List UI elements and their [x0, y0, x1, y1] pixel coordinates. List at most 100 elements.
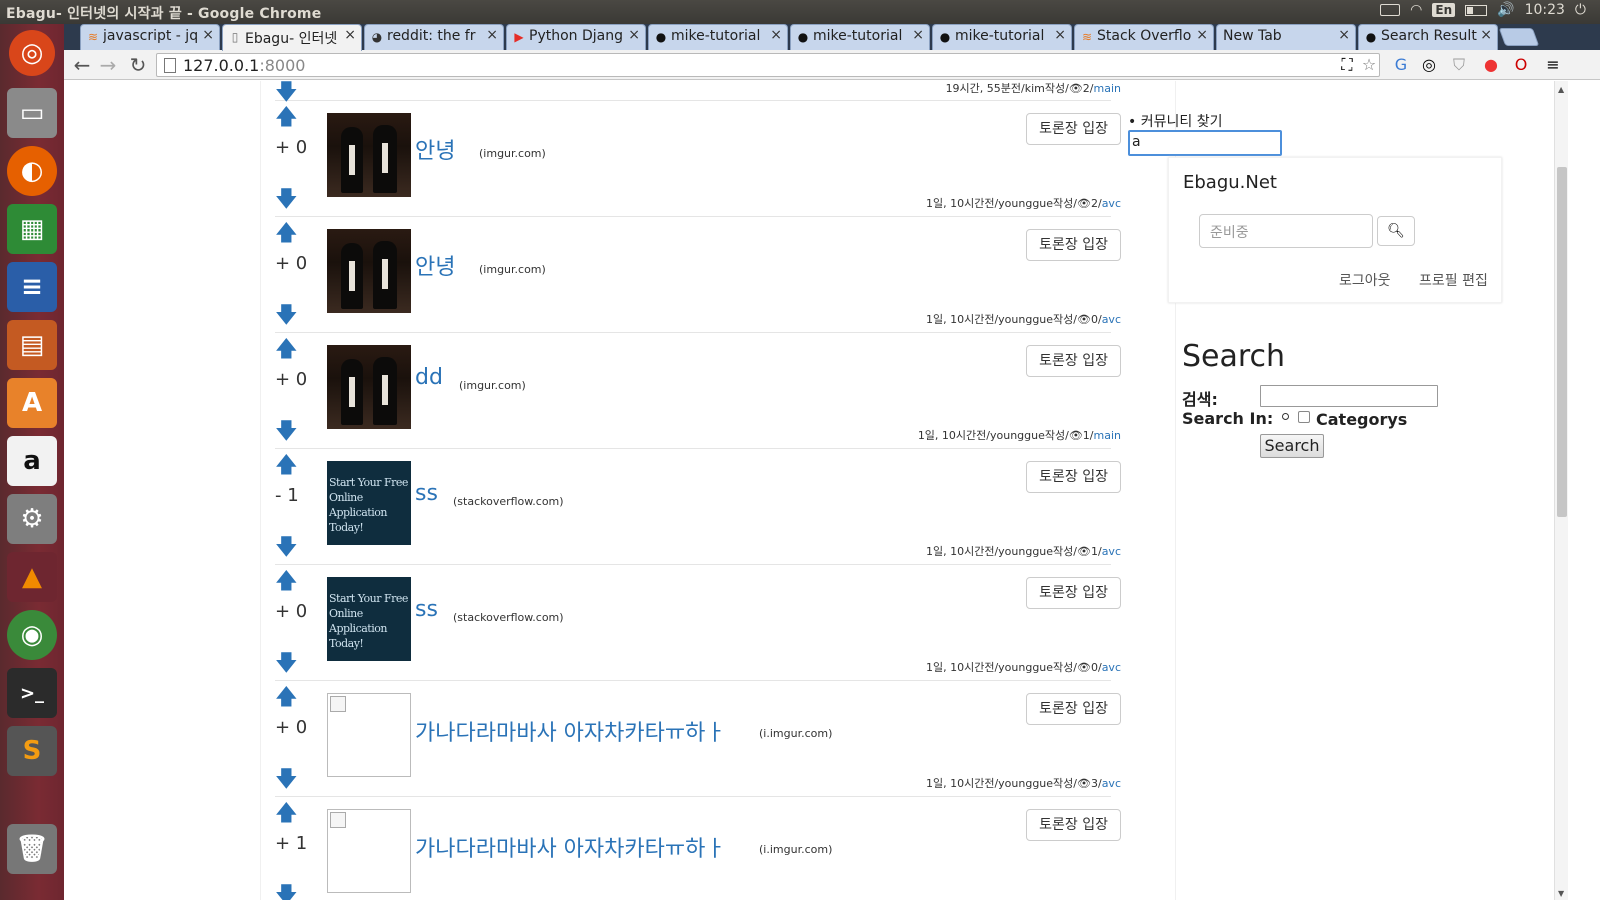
downvote-icon[interactable]: 🡇 — [275, 189, 298, 211]
browser-tab[interactable]: ● Search Result × — [1358, 24, 1498, 50]
post-thumbnail[interactable] — [327, 345, 411, 429]
scroll-up-icon[interactable]: ▲ — [1558, 85, 1564, 94]
power-icon[interactable]: ⏻ — [1575, 2, 1586, 18]
spreadsheet-icon[interactable]: ▦ — [7, 204, 57, 254]
back-icon[interactable]: ← — [70, 53, 94, 77]
forward-icon[interactable]: → — [96, 53, 120, 77]
browser-tab[interactable]: New Tab × — [1216, 24, 1356, 50]
writer-icon[interactable]: ≡ — [7, 262, 57, 312]
close-tab-icon[interactable]: × — [770, 27, 782, 43]
post-thumbnail[interactable] — [327, 693, 411, 777]
battery-icon[interactable] — [1465, 4, 1488, 16]
category-checkbox[interactable] — [1298, 411, 1310, 423]
community-search-input[interactable]: a — [1128, 130, 1282, 156]
volume-icon[interactable]: 🔊 — [1497, 2, 1514, 18]
search-submit-button[interactable]: Search — [1260, 434, 1324, 458]
downvote-icon[interactable]: 🡇 — [275, 885, 298, 900]
scrollbar-thumb[interactable] — [1557, 167, 1567, 517]
subforum-link[interactable]: main — [1094, 429, 1121, 442]
post-thumbnail[interactable] — [327, 113, 411, 197]
reload-icon[interactable]: ↻ — [126, 53, 150, 77]
shield-extension-icon[interactable]: ⛉ — [1448, 54, 1470, 76]
enter-discussion-button[interactable]: 토론장 입장 — [1026, 809, 1121, 841]
browser-tab[interactable]: ▶ Python Djang × — [506, 24, 646, 50]
downvote-icon[interactable]: 🡇 — [275, 421, 298, 443]
terminal-icon[interactable]: >_ — [7, 668, 57, 718]
browser-tab[interactable]: ● mike-tutorial × — [790, 24, 930, 50]
brand-name[interactable]: Ebagu.Net — [1183, 172, 1277, 193]
browser-tab[interactable]: ≋ javascript - jq × — [80, 24, 220, 50]
amazon-icon[interactable]: a — [7, 436, 57, 486]
downvote-icon[interactable]: 🡇 — [275, 305, 298, 327]
chrome-icon[interactable]: ◉ — [7, 610, 57, 660]
post-title-link[interactable]: ss — [415, 481, 438, 506]
wifi-icon[interactable]: ◠ — [1410, 2, 1422, 18]
subforum-link[interactable]: avc — [1102, 661, 1121, 674]
opera-extension-icon[interactable]: O — [1510, 54, 1532, 76]
post-title-link[interactable]: 가나다라마바사 아자차카타ㅠ하ㅏ — [415, 831, 726, 863]
post-thumbnail[interactable] — [327, 229, 411, 313]
upvote-icon[interactable]: 🡅 — [275, 455, 298, 477]
post-title-link[interactable]: 안녕 — [415, 249, 455, 281]
enter-discussion-button[interactable]: 토론장 입장 — [1026, 461, 1121, 493]
subforum-link[interactable]: avc — [1102, 545, 1121, 558]
close-tab-icon[interactable]: × — [202, 27, 214, 43]
enter-discussion-button[interactable]: 토론장 입장 — [1026, 577, 1121, 609]
upvote-icon[interactable]: 🡅 — [275, 687, 298, 709]
vlc-icon[interactable]: ▲ — [7, 552, 57, 602]
firefox-icon[interactable]: ◐ — [7, 146, 57, 196]
close-tab-icon[interactable]: × — [1338, 27, 1350, 43]
upvote-icon[interactable]: 🡅 — [275, 803, 298, 825]
upvote-icon[interactable]: 🡅 — [275, 107, 298, 129]
downvote-icon[interactable]: 🡇 — [275, 537, 298, 559]
bookmark-star-icon[interactable]: ☆ — [1358, 54, 1380, 76]
enter-discussion-button[interactable]: 토론장 입장 — [1026, 693, 1121, 725]
film-extension-icon[interactable]: ◎ — [1418, 54, 1440, 76]
clock[interactable]: 10:23 — [1525, 2, 1565, 18]
close-tab-icon[interactable]: × — [912, 27, 924, 43]
upvote-icon[interactable]: 🡅 — [275, 223, 298, 245]
browser-tab[interactable]: ● mike-tutorial × — [932, 24, 1072, 50]
trash-icon[interactable]: 🗑 — [7, 824, 57, 874]
close-tab-icon[interactable]: × — [1480, 27, 1492, 43]
subforum-link[interactable]: avc — [1102, 313, 1121, 326]
site-search-input[interactable]: 준비중 — [1199, 214, 1373, 248]
upvote-icon[interactable]: 🡅 — [275, 571, 298, 593]
software-center-icon[interactable]: A — [7, 378, 57, 428]
sublime-text-icon[interactable]: S — [7, 726, 57, 776]
search-query-input[interactable] — [1260, 385, 1438, 407]
search-icon[interactable]: 🔍︎ — [1377, 216, 1415, 246]
page-scrollbar[interactable]: ▲ ▼ — [1554, 81, 1568, 900]
browser-tab[interactable]: ◕ reddit: the fr × — [364, 24, 504, 50]
scroll-down-icon[interactable]: ▼ — [1558, 889, 1564, 898]
subforum-link[interactable]: main — [1094, 82, 1121, 95]
enter-discussion-button[interactable]: 토론장 입장 — [1026, 113, 1121, 145]
edit-profile-link[interactable]: 프로필 편집 — [1419, 270, 1488, 290]
subforum-link[interactable]: avc — [1102, 197, 1121, 210]
downvote-icon[interactable]: 🡇 — [275, 653, 298, 675]
close-tab-icon[interactable]: × — [628, 27, 640, 43]
address-bar[interactable]: 127.0.0.1:8000 — [156, 53, 1380, 77]
close-tab-icon[interactable]: × — [1054, 27, 1066, 43]
logout-link[interactable]: 로그아웃 — [1339, 270, 1391, 290]
files-icon[interactable]: ▭ — [7, 88, 57, 138]
post-thumbnail[interactable] — [327, 809, 411, 893]
keyboard-icon[interactable] — [1380, 4, 1401, 16]
post-thumbnail[interactable]: Start Your Free Online Application Today… — [327, 461, 411, 545]
ubuntu-logo-icon[interactable]: ◎ — [9, 30, 55, 76]
browser-tab[interactable]: ▯ Ebagu- 인터넷 × — [222, 24, 362, 51]
upvote-icon[interactable]: 🡅 — [275, 339, 298, 361]
translate-page-icon[interactable]: ⛶ — [1336, 54, 1358, 76]
enter-discussion-button[interactable]: 토론장 입장 — [1026, 229, 1121, 261]
post-title-link[interactable]: ss — [415, 597, 438, 622]
impress-icon[interactable]: ▤ — [7, 320, 57, 370]
enter-discussion-button[interactable]: 토론장 입장 — [1026, 345, 1121, 377]
keyboard-layout-indicator[interactable]: En — [1432, 3, 1456, 17]
browser-tab[interactable]: ≋ Stack Overflo × — [1074, 24, 1214, 50]
close-tab-icon[interactable]: × — [344, 27, 356, 43]
post-thumbnail[interactable]: Start Your Free Online Application Today… — [327, 577, 411, 661]
downvote-icon[interactable]: 🡇 — [275, 769, 298, 791]
new-tab-button[interactable] — [1498, 28, 1540, 46]
chrome-menu-icon[interactable]: ≡ — [1542, 54, 1564, 76]
post-title-link[interactable]: 가나다라마바사 아자차카타ㅠ하ㅏ — [415, 715, 726, 747]
